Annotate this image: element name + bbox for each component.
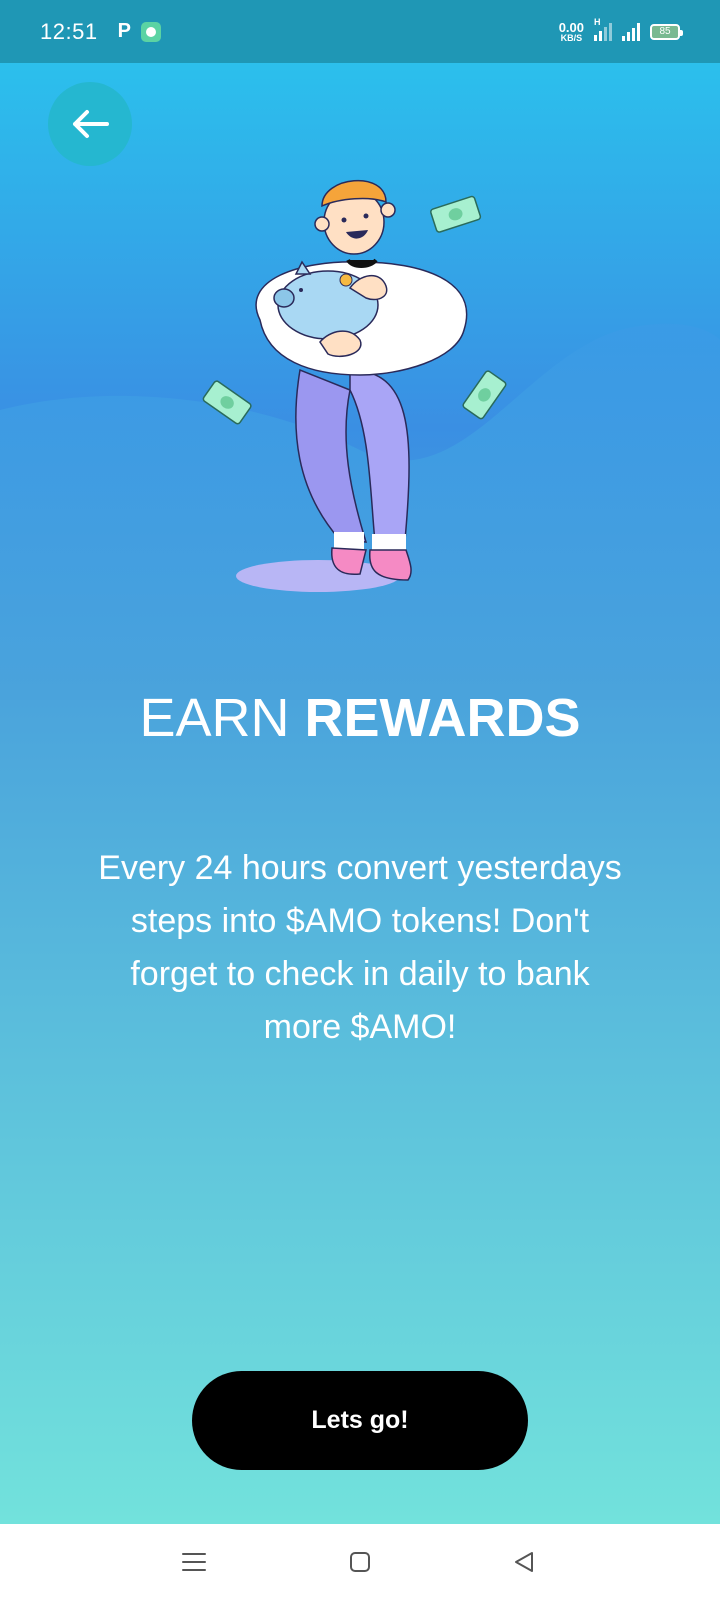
recent-apps-button[interactable] bbox=[178, 1546, 210, 1578]
home-button[interactable] bbox=[344, 1546, 376, 1578]
net-speed-value: 0.00 bbox=[558, 19, 584, 35]
lets-go-button[interactable]: Lets go! bbox=[192, 1371, 528, 1470]
back-triangle-icon bbox=[515, 1552, 533, 1572]
menu-icon bbox=[182, 1553, 206, 1571]
notification-p-icon: P bbox=[117, 20, 131, 42]
status-bar: 12:51 P 0.00 KB/S H 85 bbox=[0, 0, 720, 63]
money-bill-icon bbox=[202, 380, 252, 425]
money-bill-icon bbox=[462, 370, 507, 420]
status-time: 12:51 bbox=[40, 18, 98, 44]
home-square-icon bbox=[350, 1552, 370, 1572]
page-title: EARN REWARDS bbox=[0, 686, 720, 750]
onboarding-screen: 12:51 P 0.00 KB/S H 85 EARN REWARDS Ever… bbox=[0, 0, 720, 1524]
back-button[interactable] bbox=[48, 82, 132, 166]
battery-icon: 85 bbox=[650, 23, 683, 40]
system-nav-bar bbox=[0, 1524, 720, 1600]
description-text: Every 24 hours convert yesterdays steps … bbox=[98, 849, 622, 1046]
arrow-left-icon bbox=[73, 110, 109, 138]
signal-bars-icon bbox=[622, 22, 640, 41]
status-indicators: 0.00 KB/S H 85 bbox=[559, 17, 683, 43]
network-type: H bbox=[594, 16, 601, 27]
title-light: EARN bbox=[139, 688, 290, 748]
title-bold: REWARDS bbox=[304, 688, 581, 748]
net-speed-unit: KB/S bbox=[560, 32, 583, 43]
nav-back-button[interactable] bbox=[508, 1546, 540, 1578]
chat-app-icon bbox=[140, 21, 161, 42]
battery-level: 85 bbox=[659, 26, 671, 37]
network-speed: 0.00 KB/S bbox=[559, 21, 584, 43]
signal-h-icon: H bbox=[594, 17, 612, 41]
money-bill-icon bbox=[430, 195, 482, 233]
piggy-bank-illustration bbox=[202, 180, 507, 592]
